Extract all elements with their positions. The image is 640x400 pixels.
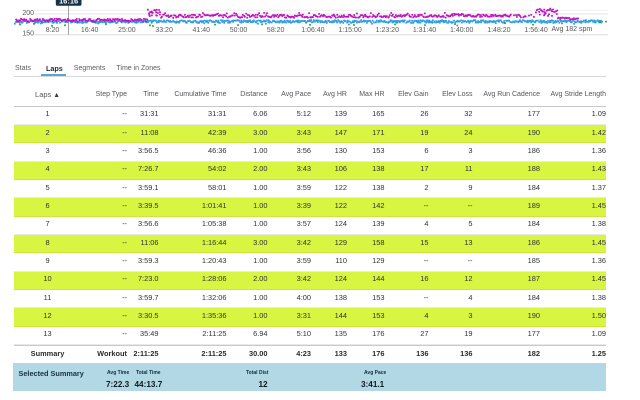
- svg-text:1:23:20: 1:23:20: [376, 27, 399, 34]
- svg-text:58:20: 58:20: [267, 27, 285, 34]
- svg-text:25:00: 25:00: [118, 27, 136, 34]
- svg-text:50:00: 50:00: [230, 27, 248, 34]
- svg-text:1:15:00: 1:15:00: [338, 27, 361, 34]
- svg-text:33:20: 33:20: [155, 27, 173, 34]
- svg-text:1:06:40: 1:06:40: [301, 27, 324, 34]
- svg-text:41:40: 41:40: [193, 27, 211, 34]
- svg-text:8:20: 8:20: [46, 27, 60, 34]
- svg-text:200: 200: [22, 10, 34, 17]
- svg-text:1:40:00: 1:40:00: [450, 27, 473, 34]
- svg-text:1:56:40: 1:56:40: [524, 27, 547, 34]
- svg-text:1:31:40: 1:31:40: [413, 27, 436, 34]
- svg-text:150: 150: [22, 31, 34, 38]
- svg-text:1:48:20: 1:48:20: [487, 27, 510, 34]
- svg-text:Avg 182 spm: Avg 182 spm: [552, 26, 593, 33]
- svg-text:16:40: 16:40: [81, 27, 99, 34]
- svg-text:16:16: 16:16: [59, 0, 78, 5]
